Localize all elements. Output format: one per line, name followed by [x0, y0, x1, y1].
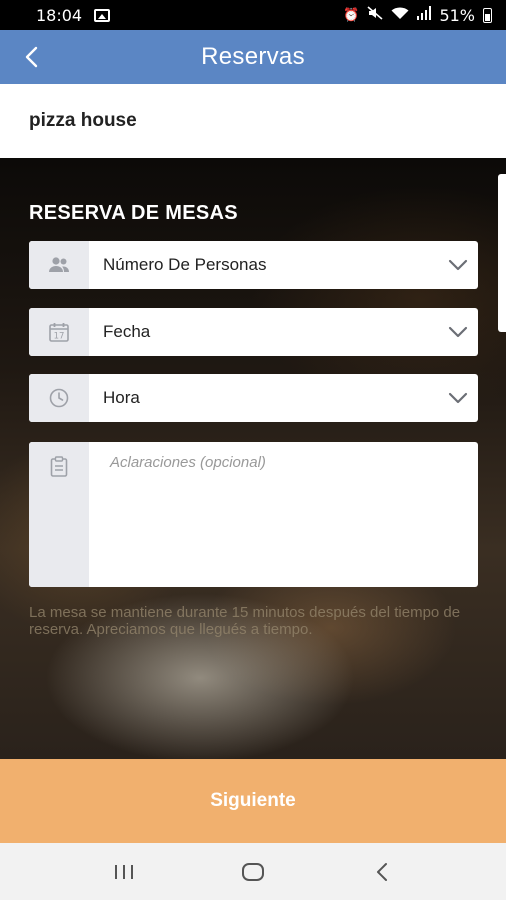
battery-text: 51%	[439, 5, 475, 25]
date-label: Fecha	[103, 322, 151, 341]
recent-apps-icon	[115, 864, 134, 879]
status-time: 18:04	[36, 5, 83, 25]
chevron-left-icon	[25, 46, 38, 68]
svg-text:17: 17	[54, 332, 65, 342]
people-icon-box	[29, 241, 89, 289]
clock-icon	[49, 388, 69, 408]
recent-apps-button[interactable]	[104, 852, 144, 892]
restaurant-header: pizza house	[0, 84, 506, 158]
page-title: Reservas	[201, 43, 305, 70]
persons-label: Número De Personas	[103, 255, 267, 274]
signal-icon	[417, 6, 432, 24]
chevron-down-icon	[438, 259, 478, 271]
clock-icon-box	[29, 374, 89, 422]
chevron-down-icon	[438, 326, 478, 338]
back-icon	[376, 862, 387, 881]
back-button[interactable]	[14, 38, 50, 76]
mute-icon	[367, 6, 383, 24]
home-button[interactable]	[233, 852, 273, 892]
persons-select[interactable]: Número De Personas	[29, 241, 478, 289]
wifi-icon	[391, 6, 409, 24]
time-select[interactable]: Hora	[29, 374, 478, 422]
alarm-icon: ⏰	[343, 7, 360, 23]
notes-field-wrapper	[29, 442, 478, 587]
notes-icon-box	[29, 442, 89, 587]
people-icon	[49, 257, 69, 272]
reservation-notice: La mesa se mantiene durante 15 minutos d…	[29, 604, 461, 638]
chevron-down-icon	[438, 392, 478, 404]
battery-icon	[483, 7, 492, 23]
app-bar: Reservas	[0, 30, 506, 84]
system-back-button[interactable]	[362, 852, 402, 892]
notes-input[interactable]	[89, 442, 478, 587]
gallery-icon	[94, 8, 111, 22]
side-tab[interactable]	[498, 174, 506, 332]
time-label: Hora	[103, 388, 140, 407]
date-select[interactable]: 17 Fecha	[29, 308, 478, 356]
home-icon	[241, 862, 264, 881]
system-nav-bar	[0, 843, 506, 900]
status-icons: ⏰ 51%	[343, 6, 492, 25]
notes-icon	[50, 456, 68, 477]
section-title: RESERVA DE MESAS	[29, 202, 238, 224]
next-button[interactable]: Siguiente	[0, 759, 506, 843]
calendar-icon: 17	[49, 323, 69, 342]
calendar-icon-box: 17	[29, 308, 89, 356]
reservation-form: RESERVA DE MESAS Número De Personas 17 F…	[0, 158, 506, 759]
status-bar: 18:04 ⏰ 51%	[0, 0, 506, 30]
restaurant-name: pizza house	[29, 110, 137, 131]
